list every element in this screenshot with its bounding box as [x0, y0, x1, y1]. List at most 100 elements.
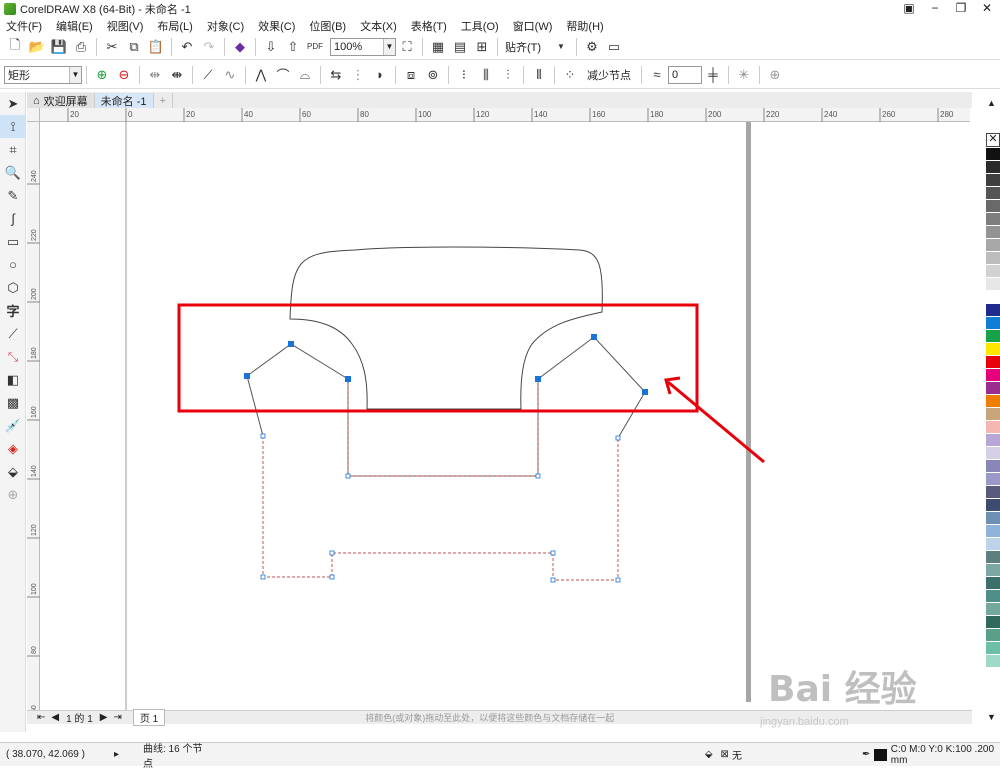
- node[interactable]: [329, 550, 335, 556]
- text-tool-icon[interactable]: 字: [0, 299, 26, 322]
- palette-swatch[interactable]: [986, 486, 1000, 499]
- full-screen-icon[interactable]: ⛶: [396, 37, 418, 57]
- cut-icon[interactable]: ✂: [101, 37, 123, 57]
- paste-icon[interactable]: 📋: [145, 37, 167, 57]
- extend-curve-icon[interactable]: ⋮: [347, 65, 369, 85]
- add-node-icon[interactable]: ⊕: [91, 65, 113, 85]
- no-color-swatch[interactable]: ✕: [986, 133, 1000, 147]
- export-icon[interactable]: ⇧: [282, 37, 304, 57]
- extract-subpath-icon[interactable]: ⧈: [400, 65, 422, 85]
- palette-swatch[interactable]: [986, 369, 1000, 382]
- palette-swatch[interactable]: [986, 525, 1000, 538]
- redo-icon[interactable]: ↷: [198, 37, 220, 57]
- save-icon[interactable]: 💾: [48, 37, 70, 57]
- sofa-base-path[interactable]: [262, 436, 619, 581]
- zoom-tool-icon[interactable]: 🔍: [0, 161, 26, 184]
- to-curve-icon[interactable]: ∿: [219, 65, 241, 85]
- object-type-select[interactable]: 矩形 ▼: [4, 65, 82, 84]
- symmetric-node-icon[interactable]: ⌓: [294, 65, 316, 85]
- palette-swatch[interactable]: [986, 603, 1000, 616]
- fill-icon[interactable]: ⬙: [705, 749, 713, 760]
- menu-help[interactable]: 帮助(H): [566, 18, 603, 34]
- sofa-seat-path[interactable]: [347, 379, 539, 477]
- drawing-canvas[interactable]: [40, 122, 970, 710]
- menu-effects[interactable]: 效果(C): [258, 18, 295, 34]
- shape-tool-icon[interactable]: ⟟: [0, 115, 26, 138]
- palette-swatch[interactable]: [986, 200, 1000, 213]
- show-grid-icon[interactable]: ▤: [449, 37, 471, 57]
- palette-swatch[interactable]: [986, 447, 1000, 460]
- rectangle-tool-icon[interactable]: ▭: [0, 230, 26, 253]
- smoothness-input[interactable]: 0: [668, 65, 702, 84]
- node[interactable]: [550, 577, 556, 583]
- palette-swatch[interactable]: [986, 538, 1000, 551]
- selected-node[interactable]: [345, 376, 351, 382]
- palette-swatch[interactable]: [986, 356, 1000, 369]
- palette-swatch[interactable]: [986, 642, 1000, 655]
- join-nodes-icon[interactable]: ⇹: [144, 65, 166, 85]
- reflect-horizontal-icon[interactable]: ⫼: [475, 65, 497, 85]
- tab-document[interactable]: 未命名 -1: [94, 93, 154, 108]
- palette-swatch[interactable]: [986, 629, 1000, 642]
- palette-swatch[interactable]: [986, 473, 1000, 486]
- align-nodes-icon[interactable]: ⁝: [453, 65, 475, 85]
- connector-tool-icon[interactable]: ⤡: [0, 345, 26, 368]
- palette-swatch[interactable]: [986, 148, 1000, 161]
- cusp-node-icon[interactable]: ⋀: [250, 65, 272, 85]
- palette-swatch[interactable]: [986, 564, 1000, 577]
- elastic-mode-icon[interactable]: ⫴: [528, 65, 550, 85]
- menu-window[interactable]: 窗口(W): [513, 18, 553, 34]
- node[interactable]: [535, 473, 541, 479]
- node[interactable]: [550, 550, 556, 556]
- menu-object[interactable]: 对象(C): [207, 18, 244, 34]
- eyedropper-icon[interactable]: 💉: [0, 414, 26, 437]
- add-toolbar-icon[interactable]: ⊕: [764, 65, 786, 85]
- to-line-icon[interactable]: ⟋: [197, 65, 219, 85]
- account-icon[interactable]: ▣: [896, 0, 922, 17]
- node[interactable]: [260, 574, 266, 580]
- selected-node[interactable]: [244, 373, 250, 379]
- first-page-icon[interactable]: ⇤: [37, 712, 45, 723]
- palette-swatch[interactable]: [986, 655, 1000, 668]
- next-page-icon[interactable]: ▶: [100, 712, 108, 723]
- stretch-nodes-icon[interactable]: ⊚: [422, 65, 444, 85]
- menu-bitmaps[interactable]: 位图(B): [309, 18, 346, 34]
- palette-swatch[interactable]: [986, 239, 1000, 252]
- palette-swatch[interactable]: [986, 434, 1000, 447]
- palette-swatch[interactable]: [986, 343, 1000, 356]
- page-tab[interactable]: 页 1: [132, 709, 166, 726]
- node[interactable]: [329, 574, 335, 580]
- ruler-corner[interactable]: [27, 108, 40, 122]
- add-tool-icon[interactable]: ⊕: [0, 483, 26, 506]
- palette-swatch[interactable]: [986, 421, 1000, 434]
- close-curve-icon[interactable]: ◗: [369, 65, 391, 85]
- print-icon[interactable]: ⎙: [70, 37, 92, 57]
- menu-table[interactable]: 表格(T): [411, 18, 447, 34]
- palette-swatch[interactable]: [986, 551, 1000, 564]
- curve-smoothness-icon[interactable]: ≈: [646, 65, 668, 85]
- reduce-nodes-button[interactable]: 减少节点: [587, 67, 631, 83]
- palette-swatch[interactable]: [986, 460, 1000, 473]
- import-icon[interactable]: ⇩: [260, 37, 282, 57]
- segment-icon[interactable]: ✳: [733, 65, 755, 85]
- selected-node[interactable]: [535, 376, 541, 382]
- menu-layout[interactable]: 布局(L): [157, 18, 192, 34]
- palette-swatch[interactable]: [986, 382, 1000, 395]
- menu-file[interactable]: 文件(F): [6, 18, 42, 34]
- ellipse-tool-icon[interactable]: ○: [0, 253, 26, 276]
- outline-color-swatch[interactable]: [874, 748, 887, 761]
- node[interactable]: [260, 433, 266, 439]
- zoom-level-select[interactable]: 100% ▼: [330, 37, 396, 56]
- last-page-icon[interactable]: ⇥: [113, 712, 121, 723]
- palette-scroll-up-icon[interactable]: ▲: [987, 98, 996, 108]
- new-document-icon[interactable]: 🗋: [4, 37, 26, 57]
- palette-swatch[interactable]: [986, 291, 1000, 304]
- minimize-button[interactable]: −: [922, 0, 948, 17]
- smart-fill-icon[interactable]: ⬙: [0, 460, 26, 483]
- parallel-dimension-icon[interactable]: ⟋: [0, 322, 26, 345]
- options-gear-icon[interactable]: ⚙: [581, 37, 603, 57]
- palette-swatch[interactable]: [986, 408, 1000, 421]
- show-guidelines-icon[interactable]: ⊞: [471, 37, 493, 57]
- undo-icon[interactable]: ↶: [176, 37, 198, 57]
- palette-swatch[interactable]: [986, 226, 1000, 239]
